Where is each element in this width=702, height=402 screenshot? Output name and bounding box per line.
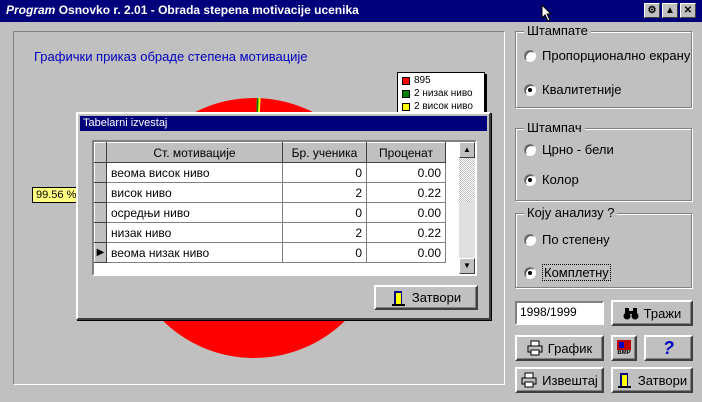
cell-name[interactable]: веома висок ниво — [106, 162, 283, 183]
search-button[interactable]: Тражи — [611, 300, 693, 326]
row-indicator[interactable] — [94, 182, 107, 203]
dialog-close-label: Затвори — [411, 290, 462, 305]
cell-name[interactable]: веома низак ниво — [106, 242, 283, 263]
legend-item: 2 низак ниво — [402, 87, 480, 100]
bitmap-icon — [617, 340, 631, 350]
cell-count[interactable]: 0 — [282, 202, 367, 223]
row-indicator[interactable] — [94, 162, 107, 183]
binoculars-icon — [623, 305, 639, 321]
cell-name[interactable]: низак ниво — [106, 222, 283, 243]
cell-name[interactable]: осредњи ниво — [106, 202, 283, 223]
column-header[interactable]: Проценат — [366, 142, 446, 163]
table-row[interactable]: висок ниво 2 0.22 — [94, 182, 446, 203]
chart-button[interactable]: График — [515, 335, 604, 361]
cell-pct[interactable]: 0.00 — [366, 162, 446, 183]
dialog-close-button[interactable]: Затвори — [374, 285, 478, 310]
cell-pct[interactable]: 0.22 — [366, 222, 446, 243]
row-indicator[interactable] — [94, 222, 107, 243]
year-input[interactable]: 1998/1999 — [515, 301, 604, 325]
radio-color[interactable]: Колор — [524, 172, 579, 187]
printer-label: Штампач — [524, 120, 585, 135]
cell-count[interactable]: 2 — [282, 222, 367, 243]
analysis-label: Коју анализу ? — [524, 205, 618, 220]
search-label: Тражи — [643, 305, 682, 321]
radio-circle[interactable] — [524, 143, 536, 156]
legend-swatch — [402, 89, 410, 98]
column-header[interactable]: Ст. мотивације — [106, 142, 283, 163]
title-bar: Program Osnovko r. 2.01 - Obrada stepena… — [0, 0, 702, 22]
print-mode-label: Штампате — [524, 23, 591, 38]
close-label: Затвори — [637, 372, 688, 388]
table-row[interactable]: ▶ веома низак ниво 0 0.00 — [94, 242, 446, 263]
cell-pct[interactable]: 0.00 — [366, 202, 446, 223]
close-button[interactable]: Затвори — [611, 367, 693, 393]
radio-proportional[interactable]: Пропорционално екрану — [524, 48, 690, 63]
print-mode-group: Штампате Пропорционално екрану Квалитетн… — [515, 23, 692, 108]
bmp-label: BMP — [617, 350, 631, 356]
maximize-button[interactable]: ▲ — [662, 3, 678, 18]
radio-bw[interactable]: Црно - бели — [524, 142, 614, 157]
cell-name[interactable]: висок ниво — [106, 182, 283, 203]
radio-circle[interactable] — [524, 233, 536, 246]
cell-count[interactable]: 0 — [282, 242, 367, 263]
bmp-button[interactable]: BMP — [611, 335, 637, 361]
legend-item: 895 — [402, 74, 480, 87]
report-dialog: Tabelarni izvestaj Ст. мотивације Бр. уч… — [76, 112, 491, 320]
printer-icon — [527, 340, 543, 356]
vertical-scrollbar[interactable]: ▲ ▼ — [459, 142, 475, 274]
radio-circle[interactable] — [524, 266, 536, 279]
column-header[interactable]: Бр. ученика — [282, 142, 367, 163]
help-button[interactable]: ? — [644, 335, 693, 361]
radio-complete[interactable]: Комплетну — [524, 264, 611, 281]
table-header: Ст. мотивације Бр. ученика Проценат — [94, 142, 446, 163]
table-row[interactable]: осредњи ниво 0 0.00 — [94, 202, 446, 223]
cell-pct[interactable]: 0.00 — [366, 242, 446, 263]
legend-swatch — [402, 76, 410, 85]
chart-legend: 895 2 низак ниво 2 висок ниво — [397, 72, 485, 115]
radio-circle[interactable] — [524, 83, 536, 96]
scroll-up-button[interactable]: ▲ — [459, 142, 475, 158]
cell-count[interactable]: 2 — [282, 182, 367, 203]
percent-label: 99.56 % — [32, 187, 81, 203]
chart-label: График — [547, 340, 593, 356]
report-label: Извештај — [542, 372, 598, 388]
mouse-cursor-icon — [541, 4, 553, 22]
cell-count[interactable]: 0 — [282, 162, 367, 183]
table-row[interactable]: веома висок ниво 0 0.00 — [94, 162, 446, 183]
system-icon[interactable]: ⚙ — [644, 3, 660, 18]
window-title: Program Osnovko r. 2.01 - Obrada stepena… — [6, 3, 359, 17]
report-table: Ст. мотивације Бр. ученика Проценат веом… — [94, 142, 446, 263]
dialog-title: Tabelarni izvestaj — [80, 116, 487, 131]
scroll-down-button[interactable]: ▼ — [459, 258, 475, 274]
legend-swatch — [402, 102, 410, 111]
radio-circle[interactable] — [524, 49, 536, 62]
table-row[interactable]: низак ниво 2 0.22 — [94, 222, 446, 243]
printer-group: Штампач Црно - бели Колор — [515, 120, 692, 201]
door-icon — [391, 290, 407, 306]
printer-icon — [521, 372, 537, 388]
door-icon — [617, 372, 633, 388]
analysis-group: Коју анализу ? По степену Комплетну — [515, 205, 692, 288]
report-button[interactable]: Извештај — [515, 367, 604, 393]
cell-pct[interactable]: 0.22 — [366, 182, 446, 203]
help-icon: ? — [663, 337, 674, 358]
close-window-button[interactable]: ✕ — [680, 3, 696, 18]
report-table-frame: Ст. мотивације Бр. ученика Проценат веом… — [92, 140, 477, 276]
scroll-track[interactable] — [459, 158, 475, 202]
radio-quality[interactable]: Квалитетније — [524, 82, 622, 97]
radio-by-degree[interactable]: По степену — [524, 232, 610, 247]
indicator-header — [94, 142, 107, 163]
row-indicator-current[interactable]: ▶ — [94, 242, 107, 263]
row-indicator[interactable] — [94, 202, 107, 223]
radio-circle[interactable] — [524, 173, 536, 186]
